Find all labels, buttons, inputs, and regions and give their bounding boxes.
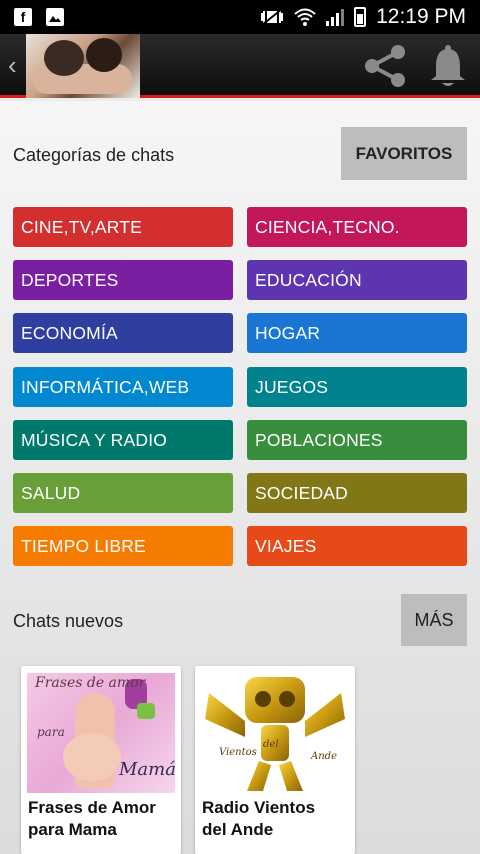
chat-thumbnail[interactable] xyxy=(26,34,140,98)
image-notification-icon xyxy=(46,8,64,26)
chat-card[interactable]: Frases de amor para Mamá Frases de Amor … xyxy=(21,666,181,854)
bell-icon[interactable] xyxy=(428,42,468,90)
category-button[interactable]: INFORMÁTICA,WEB xyxy=(13,367,233,407)
chat-card-title: Frases de Amor para Mama xyxy=(28,797,176,841)
category-button[interactable]: SOCIEDAD xyxy=(247,473,467,513)
chat-card-title: Radio Vientos del Ande xyxy=(202,797,350,841)
chat-card-title-line: del Ande xyxy=(202,820,274,839)
category-button[interactable]: TIEMPO LIBRE xyxy=(13,526,233,566)
category-button[interactable]: DEPORTES xyxy=(13,260,233,300)
category-button[interactable]: VIAJES xyxy=(247,526,467,566)
system-icons: 12:19 PM xyxy=(260,5,466,29)
share-icon[interactable] xyxy=(362,42,410,90)
image-text-top: Frases de amor xyxy=(35,675,146,691)
signal-icon xyxy=(326,8,345,26)
category-button[interactable]: CIENCIA,TECNO. xyxy=(247,207,467,247)
chat-card[interactable]: Vientos del Ande Radio Vientos del Ande xyxy=(195,666,355,854)
new-chats-title: Chats nuevos xyxy=(13,611,124,631)
wifi-icon xyxy=(294,8,316,26)
chat-card-title-line: Radio Vientos xyxy=(202,798,316,817)
image-text-bottom: Mamá xyxy=(119,759,175,780)
category-button[interactable]: CINE,TV,ARTE xyxy=(13,207,233,247)
facebook-icon: f xyxy=(14,8,32,26)
chat-card-title-line: Frases de Amor xyxy=(28,798,156,817)
back-icon[interactable]: ‹ xyxy=(8,52,17,78)
chat-card-title-line: para Mama xyxy=(28,820,117,839)
category-button[interactable]: SALUD xyxy=(13,473,233,513)
category-button[interactable]: HOGAR xyxy=(247,313,467,353)
status-bar: f 12:19 PM xyxy=(0,0,480,34)
category-button[interactable]: JUEGOS xyxy=(247,367,467,407)
chat-card-image: Frases de amor para Mamá xyxy=(27,673,175,793)
chat-card-image: Vientos del Ande xyxy=(201,673,349,793)
battery-icon xyxy=(354,7,367,27)
category-button[interactable]: POBLACIONES xyxy=(247,420,467,460)
vibrate-mute-icon xyxy=(261,8,284,26)
category-button[interactable]: EDUCACIÓN xyxy=(247,260,467,300)
image-text-top: Vientos xyxy=(219,747,257,758)
image-text-middle: del xyxy=(263,739,279,750)
category-button[interactable]: MÚSICA Y RADIO xyxy=(13,420,233,460)
image-text-bottom: Ande xyxy=(311,751,337,762)
categories-title: Categorías de chats xyxy=(13,145,175,165)
app-toolbar: ‹ xyxy=(0,34,480,98)
category-button[interactable]: ECONOMÍA xyxy=(13,313,233,353)
favorites-button[interactable]: FAVORITOS xyxy=(341,127,467,180)
notification-icons: f xyxy=(14,8,64,26)
clock: 12:19 PM xyxy=(376,5,466,28)
image-text-middle: para xyxy=(37,725,65,739)
gold-figure-icon xyxy=(205,677,345,791)
more-button[interactable]: MÁS xyxy=(401,594,467,646)
